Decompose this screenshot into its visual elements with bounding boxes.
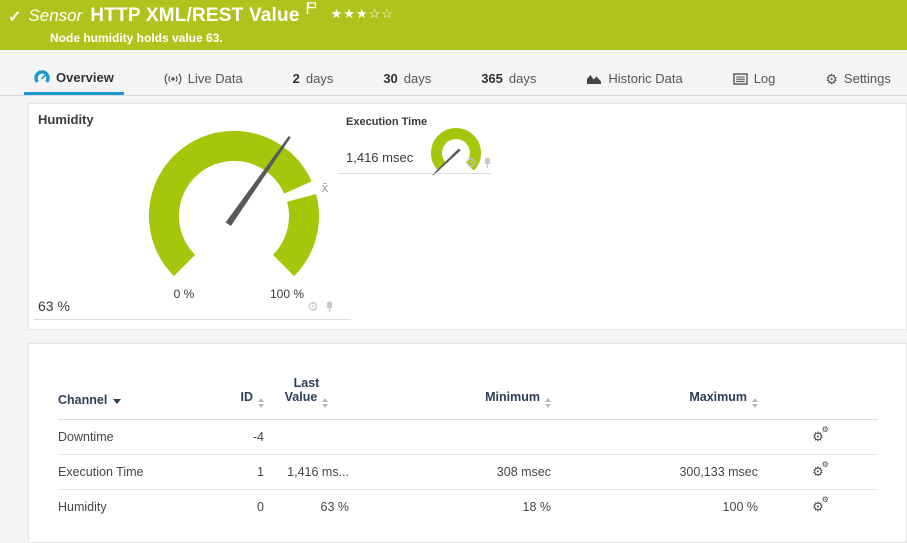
column-header-maximum-label: Maximum: [689, 390, 747, 404]
table-header-row: Channel ID Last Value Minimum Maximum: [58, 372, 878, 420]
cell-id: -4: [208, 420, 264, 455]
gear-icon[interactable]: ⚙: [307, 300, 319, 313]
flag-icon[interactable]: [305, 1, 317, 20]
humidity-widget-divider: [34, 319, 351, 320]
column-header-minimum-label: Minimum: [485, 390, 540, 404]
tab-historic-data[interactable]: Historic Data: [576, 62, 692, 95]
tab-30-days[interactable]: 30 days: [373, 62, 441, 95]
execution-current-value: 1,416 msec: [346, 150, 413, 165]
sort-icon: [752, 398, 758, 408]
sort-icon: [322, 398, 328, 408]
cell-id: 1: [208, 455, 264, 490]
stars-filled: ★★★: [331, 6, 369, 21]
cell-minimum: [349, 420, 551, 455]
tab-live-data[interactable]: Live Data: [154, 62, 253, 95]
average-marker-label: x̄: [322, 180, 329, 195]
settings-gear-icon: ⚙: [825, 72, 838, 86]
cell-id: 0: [208, 490, 264, 525]
cell-minimum: 308 msec: [349, 455, 551, 490]
tab-30-days-unit: days: [404, 71, 431, 86]
tab-overview-label: Overview: [56, 70, 114, 85]
execution-widget-controls: ⚙: [465, 156, 493, 169]
tab-2-days-number: 2: [293, 71, 300, 86]
priority-stars[interactable]: ★★★☆☆: [331, 6, 394, 22]
channel-settings-icon[interactable]: ⚙⚙: [812, 499, 824, 515]
sensor-kind-label: Sensor: [28, 6, 82, 26]
tab-overview[interactable]: Overview: [24, 62, 124, 95]
sort-descending-icon: [113, 399, 121, 404]
tab-live-data-label: Live Data: [188, 71, 243, 86]
cell-last-value: [264, 420, 349, 455]
cell-channel: Execution Time: [58, 455, 208, 490]
column-header-channel-label: Channel: [58, 393, 107, 407]
tab-settings[interactable]: ⚙ Settings: [815, 62, 901, 95]
humidity-gauge-title: Humidity: [38, 112, 94, 127]
humidity-widget-controls: ⚙: [307, 300, 335, 313]
column-header-actions: [758, 372, 878, 420]
sensor-status-message: Node humidity holds value 63.: [50, 31, 223, 45]
execution-gauge-title: Execution Time: [346, 116, 427, 128]
sensor-title-line: ✓ Sensor HTTP XML/REST Value ★★★☆☆: [8, 5, 394, 27]
tab-2-days[interactable]: 2 days: [283, 62, 344, 95]
tab-365-days[interactable]: 365 days: [471, 62, 546, 95]
humidity-scale-min: 0 %: [159, 287, 209, 301]
cell-channel: Humidity: [58, 490, 208, 525]
stars-empty: ☆☆: [369, 6, 394, 21]
sort-icon: [258, 398, 264, 408]
table-row-humidity: Humidity 0 63 % 18 % 100 % ⚙⚙: [58, 490, 878, 525]
column-header-value-label: Value: [285, 390, 318, 404]
channels-panel: Channel ID Last Value Minimum Maximum: [28, 343, 907, 543]
area-chart-icon: [586, 72, 602, 85]
column-header-last-label: Last: [294, 376, 320, 390]
tab-bar: Overview Live Data 2 days 30 days 365 da…: [0, 62, 907, 96]
sort-icon: [545, 398, 551, 408]
tab-365-days-unit: days: [509, 71, 536, 86]
table-row-downtime: Downtime -4 ⚙⚙: [58, 420, 878, 455]
tab-2-days-unit: days: [306, 71, 333, 86]
tab-log-label: Log: [754, 71, 776, 86]
humidity-gauge: x̄: [124, 111, 349, 286]
column-header-maximum[interactable]: Maximum: [551, 372, 758, 420]
tab-30-days-number: 30: [383, 71, 397, 86]
tab-settings-label: Settings: [844, 71, 891, 86]
status-check-icon: ✓: [8, 7, 21, 27]
execution-widget-divider: [338, 173, 491, 174]
cell-minimum: 18 %: [349, 490, 551, 525]
channel-settings-icon[interactable]: ⚙⚙: [812, 464, 824, 480]
gauge-icon: [34, 70, 50, 85]
column-header-id-label: ID: [241, 390, 254, 404]
execution-gauge: [420, 117, 492, 189]
cell-maximum: 100 %: [551, 490, 758, 525]
tab-log[interactable]: Log: [723, 62, 786, 95]
column-header-minimum[interactable]: Minimum: [349, 372, 551, 420]
pin-icon[interactable]: [324, 301, 335, 313]
cell-maximum: [551, 420, 758, 455]
column-header-channel[interactable]: Channel: [58, 372, 208, 420]
gear-icon[interactable]: ⚙: [465, 156, 477, 169]
cell-channel: Downtime: [58, 420, 208, 455]
channel-settings-icon[interactable]: ⚙⚙: [812, 429, 824, 445]
tab-historic-data-label: Historic Data: [608, 71, 682, 86]
log-icon: [733, 73, 748, 85]
live-data-icon: [164, 72, 182, 86]
table-row-execution-time: Execution Time 1 1,416 ms... 308 msec 30…: [58, 455, 878, 490]
tab-365-days-number: 365: [481, 71, 503, 86]
sensor-header: ✓ Sensor HTTP XML/REST Value ★★★☆☆ Node …: [0, 0, 907, 50]
pin-icon[interactable]: [482, 157, 493, 169]
gauges-panel: Humidity x̄ 0 % 100 % 63 % ⚙ Execution T…: [28, 103, 907, 330]
channels-table: Channel ID Last Value Minimum Maximum: [58, 372, 878, 524]
cell-maximum: 300,133 msec: [551, 455, 758, 490]
sensor-title: HTTP XML/REST Value: [90, 5, 299, 27]
column-header-id[interactable]: ID: [208, 372, 264, 420]
cell-last-value: 1,416 ms...: [264, 455, 349, 490]
humidity-current-value: 63 %: [38, 298, 70, 314]
cell-last-value: 63 %: [264, 490, 349, 525]
column-header-last-value[interactable]: Last Value: [264, 372, 349, 420]
